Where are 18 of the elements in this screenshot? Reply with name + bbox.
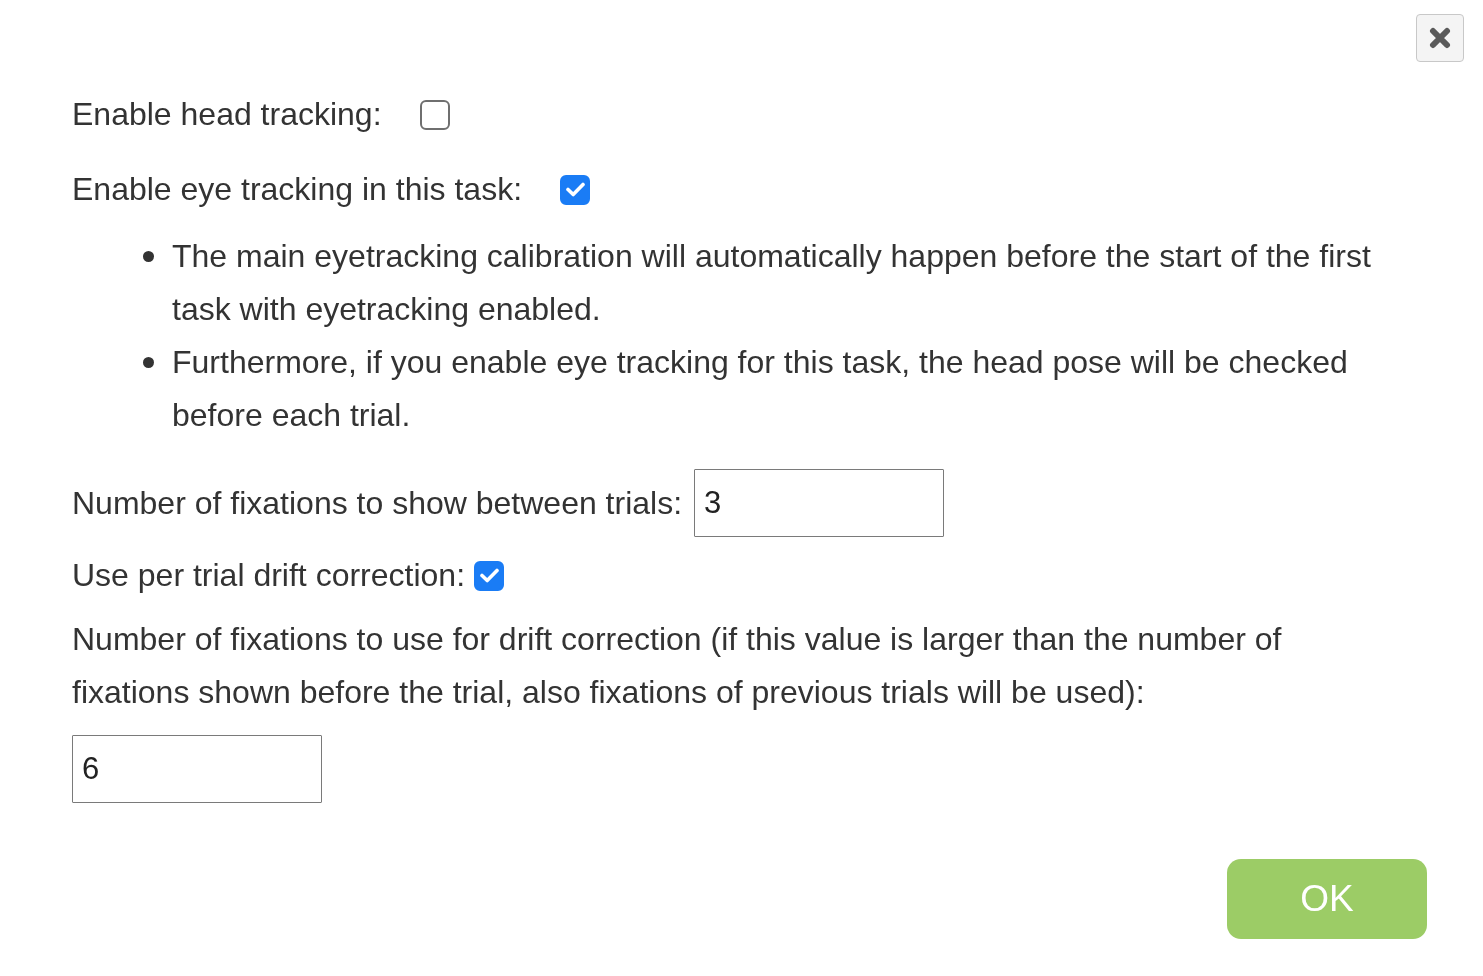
checkmark-icon	[479, 568, 499, 583]
number-input[interactable]: 3	[694, 469, 945, 537]
checkbox[interactable]	[419, 99, 450, 130]
option-label: Enable head tracking:	[72, 95, 382, 134]
field-label: Number of fixations to use for drift correction (if this value is larger than the number of fixations shown before the trial, also fixations of previous trials will be used):	[72, 620, 1283, 712]
checkbox[interactable]	[560, 174, 590, 205]
close-button[interactable]	[1416, 14, 1464, 62]
bullet-icon	[143, 251, 154, 262]
checkmark-icon	[565, 182, 585, 197]
note-text: The main eyetracking calibration will automatically happen before the start of the first task with eyetracking enabled.	[172, 237, 1372, 329]
option-label: Use per trial drift correction:	[72, 556, 465, 595]
bullet-icon	[143, 357, 154, 368]
note-text: Furthermore, if you enable eye tracking for this task, the head pose will be checked before each trial.	[172, 343, 1349, 435]
option-label: Enable eye tracking in this task:	[72, 170, 522, 209]
close-icon	[1429, 27, 1451, 49]
number-input[interactable]: 6	[72, 735, 322, 803]
field-label: Number of fixations to show between trials:	[72, 483, 683, 523]
checkbox[interactable]	[474, 560, 504, 591]
